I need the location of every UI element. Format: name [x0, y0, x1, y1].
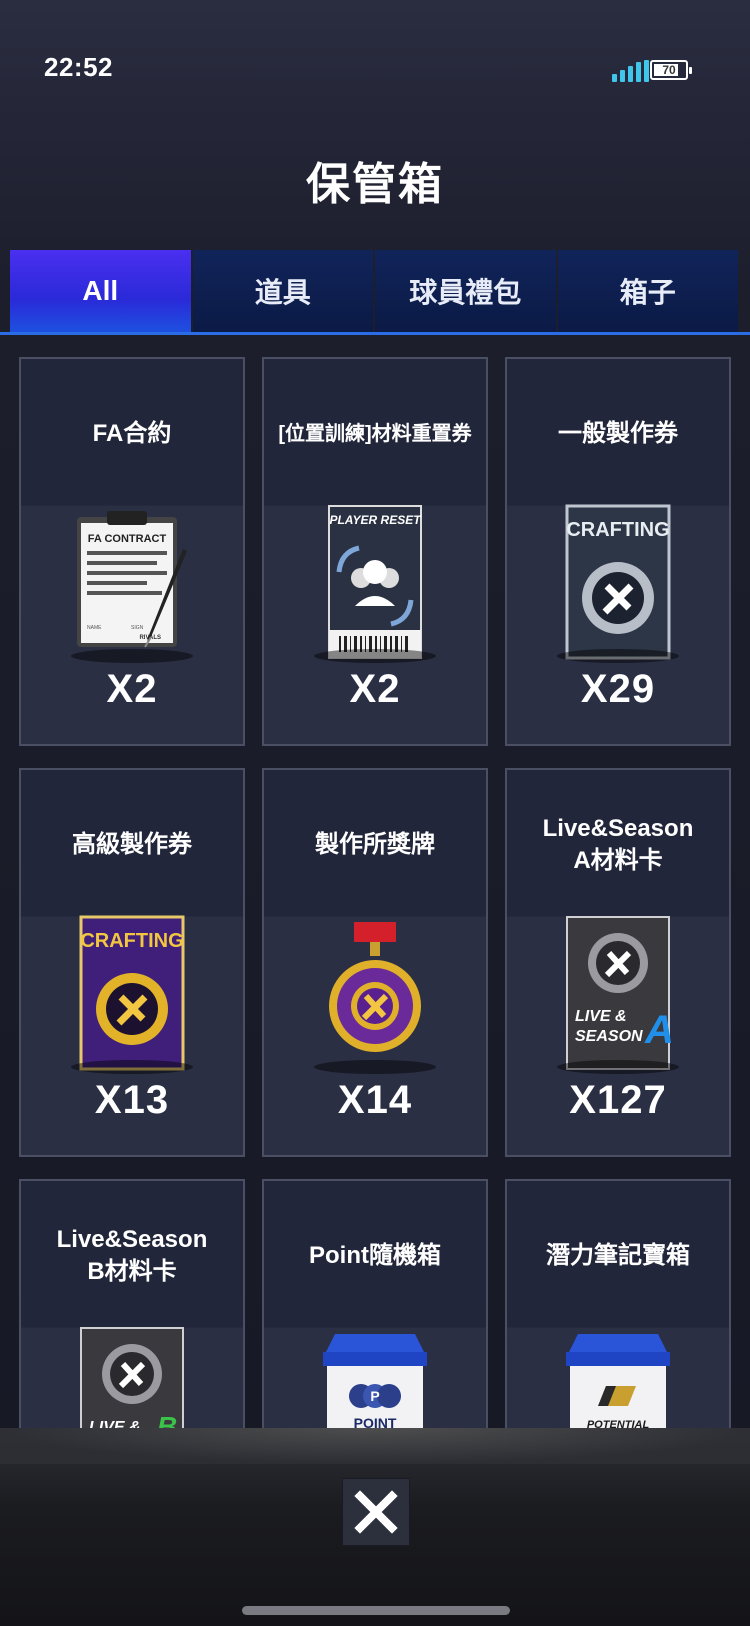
live-season-a-card-icon: LIVE & SEASON A [507, 908, 729, 1078]
item-name: FA合約 [92, 420, 172, 447]
item-quantity: X2 [349, 667, 401, 711]
tab-items[interactable]: 道具 [192, 250, 373, 332]
battery-level: 70 [662, 63, 676, 77]
item-card[interactable]: FA合約 FA CONTRACT NAME SIGN RIVALS X2 [19, 357, 245, 746]
tab-boxes[interactable]: 箱子 [557, 250, 738, 332]
icon-text: FA CONTRACT [88, 533, 167, 545]
tab-bar: All 道具 球員禮包 箱子 [10, 250, 738, 332]
close-icon [354, 1490, 398, 1534]
item-name: 一般製作券 [558, 420, 678, 447]
item-name: 高級製作券 [72, 831, 192, 858]
item-name: 潛力筆記寶箱 [546, 1242, 690, 1269]
item-name: Point隨機箱 [309, 1242, 441, 1269]
item-name: [位置訓練]材料重置券 [278, 423, 472, 445]
crafting-ticket-icon: CRAFTING [507, 497, 729, 667]
item-name: Live&Season B材料卡 [56, 1226, 208, 1285]
icon-text: CRAFTING [566, 519, 669, 541]
item-quantity: X14 [337, 1078, 413, 1122]
status-bar: 22:52 70 [0, 0, 750, 130]
icon-text: A [644, 1008, 673, 1052]
home-indicator[interactable] [242, 1606, 510, 1615]
item-name: 製作所獎牌 [315, 831, 435, 858]
icon-text: PLAYER RESET [329, 513, 422, 527]
item-card[interactable]: 一般製作券 CRAFTING X29 [505, 357, 731, 746]
icon-text: NAME [87, 625, 102, 631]
item-card[interactable]: [位置訓練]材料重置券 PLAYER RESET X2 [262, 357, 488, 746]
item-name: Live&Season A材料卡 [542, 815, 694, 874]
icon-text: CRAFTING [80, 930, 183, 952]
tab-underline [0, 332, 750, 335]
fa-contract-icon: FA CONTRACT NAME SIGN RIVALS [21, 497, 243, 667]
page-title: 保管箱 [306, 160, 444, 209]
icon-text: SEASON [575, 1028, 643, 1045]
item-card[interactable]: 高級製作券 CRAFTING X13 [19, 768, 245, 1157]
item-grid: FA合約 FA CONTRACT NAME SIGN RIVALS X2 [19, 357, 731, 1568]
item-card[interactable]: Live&Season A材料卡 LIVE & SEASON A X127 [505, 768, 731, 1157]
workshop-medal-icon [264, 908, 486, 1078]
clock: 22:52 [44, 52, 113, 82]
player-reset-ticket-icon: PLAYER RESET [264, 497, 486, 667]
icon-text: LIVE & [575, 1008, 627, 1025]
close-button[interactable] [342, 1478, 410, 1546]
item-card[interactable]: 製作所獎牌 X14 [262, 768, 488, 1157]
item-quantity: X127 [569, 1078, 667, 1122]
item-quantity: X13 [94, 1078, 170, 1122]
tab-player-packs[interactable]: 球員禮包 [375, 250, 556, 332]
icon-text: SIGN [131, 625, 144, 631]
icon-text: P [370, 1388, 379, 1404]
item-quantity: X29 [580, 667, 656, 711]
battery-icon: 70 [650, 60, 692, 80]
item-quantity: X2 [106, 667, 158, 711]
premium-crafting-ticket-icon: CRAFTING [21, 908, 243, 1078]
tab-all[interactable]: All [10, 250, 191, 332]
signal-icon [612, 60, 649, 82]
